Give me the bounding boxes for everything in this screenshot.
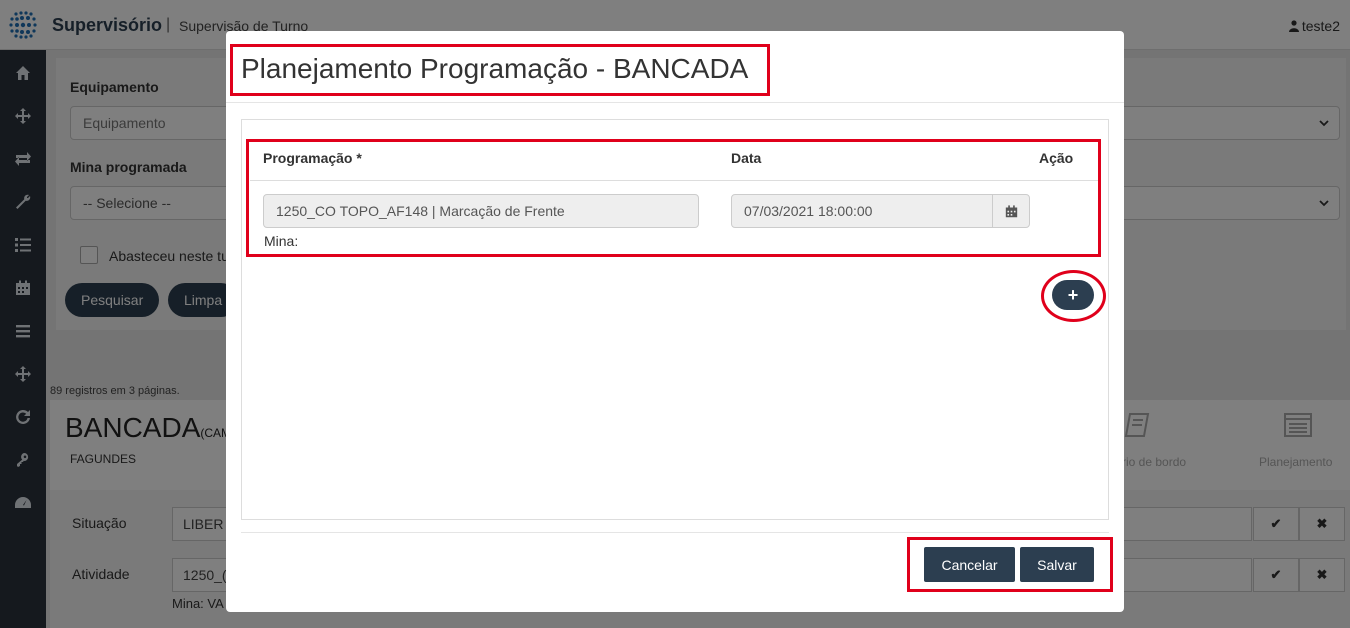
row-mina-label: Mina: [264, 233, 299, 249]
date-picker-button[interactable] [992, 194, 1030, 228]
add-programacao-button[interactable]: + [1052, 280, 1094, 310]
plus-icon: + [1067, 284, 1079, 305]
modal-header: Planejamento Programação - BANCADA [226, 31, 1124, 103]
modal-footer-divider [241, 532, 1109, 533]
table-divider [250, 180, 1100, 181]
modal-title: Planejamento Programação - BANCADA [241, 53, 749, 84]
cancel-button[interactable]: Cancelar [924, 547, 1015, 582]
programacao-header: Programação * [263, 150, 362, 166]
calendar-icon [1005, 204, 1017, 217]
save-button[interactable]: Salvar [1020, 547, 1094, 582]
programacao-panel: Programação * Data Ação 1250_CO TOPO_AF1… [241, 119, 1109, 520]
programacao-field[interactable]: 1250_CO TOPO_AF148 | Marcação de Frente [263, 194, 699, 228]
planejamento-modal: Planejamento Programação - BANCADA Progr… [226, 31, 1124, 612]
data-field[interactable]: 07/03/2021 18:00:00 [731, 194, 993, 228]
acao-header: Ação [1039, 150, 1074, 166]
data-header: Data [731, 150, 762, 166]
